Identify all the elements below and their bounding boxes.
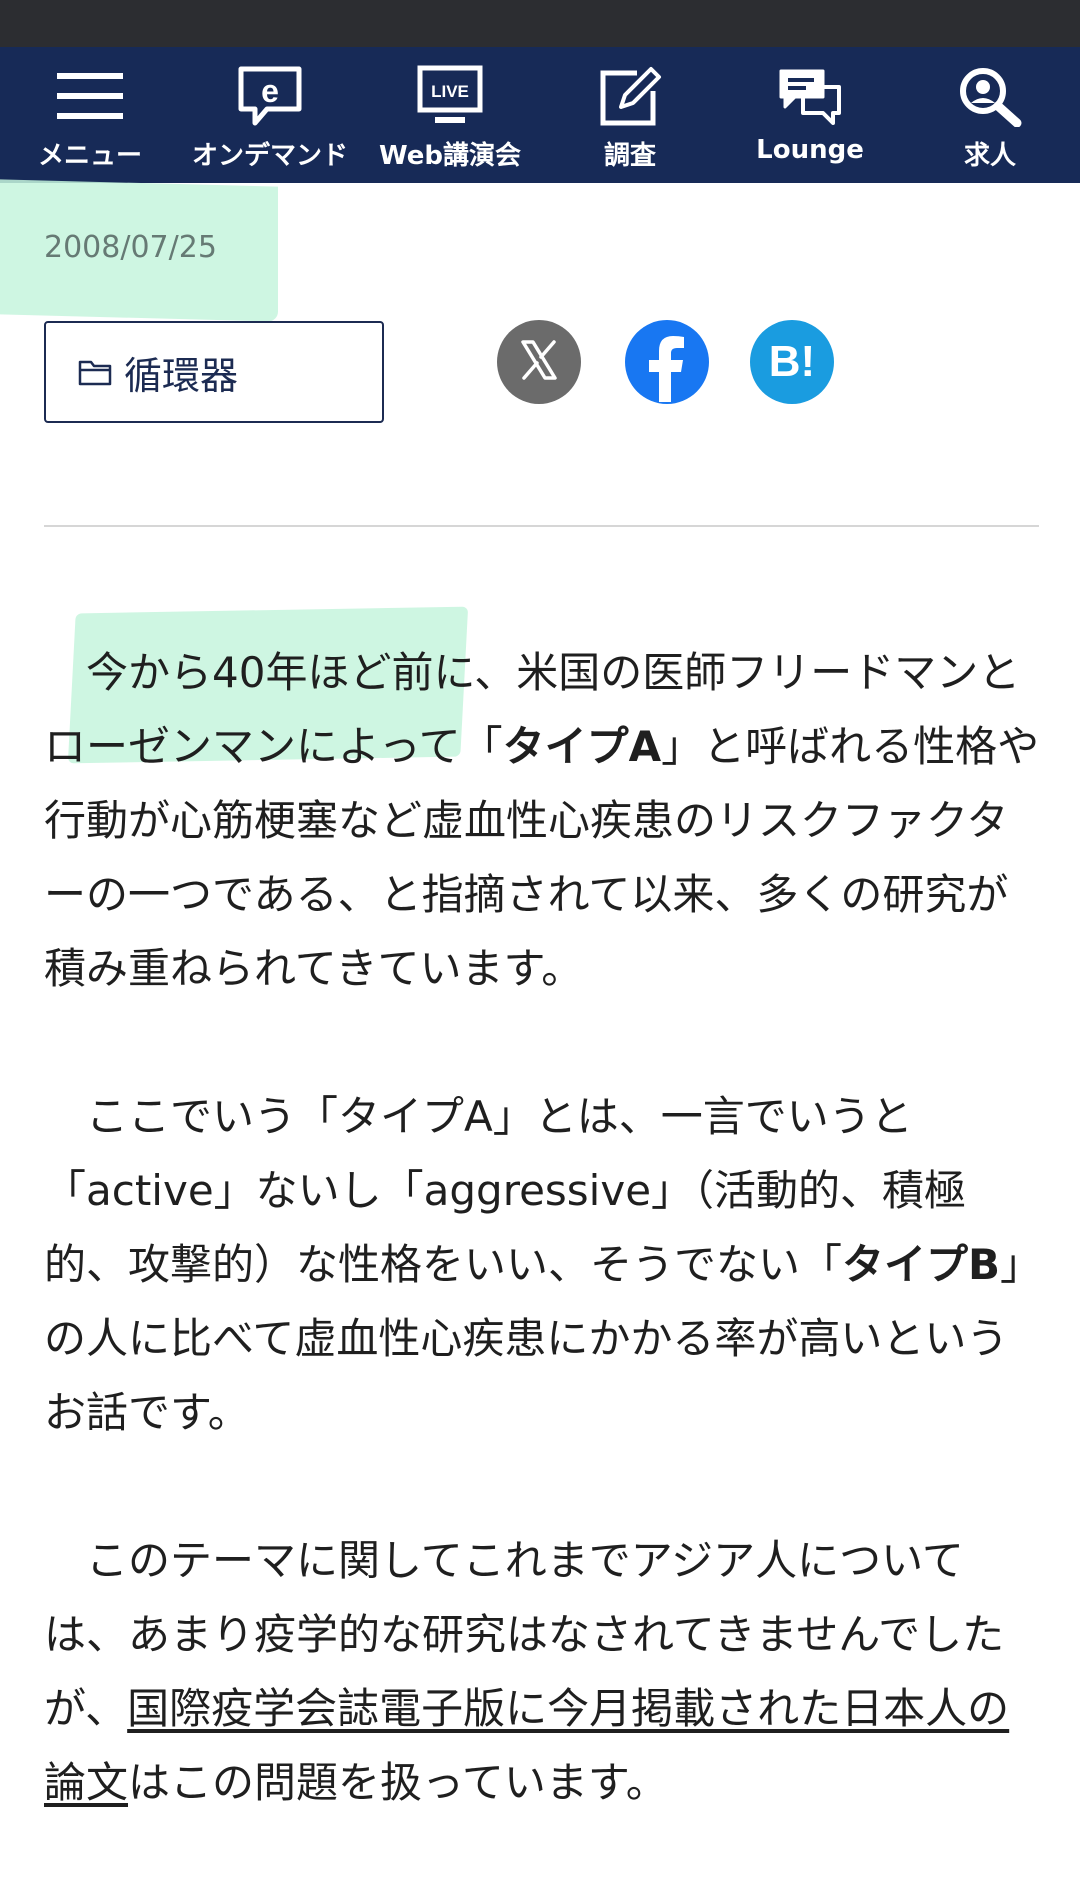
- nav-on-demand[interactable]: e オンデマンド: [180, 47, 360, 183]
- live-monitor-icon: LIVE: [415, 63, 485, 129]
- facebook-icon: [625, 318, 709, 406]
- nav-survey-label: 調査: [603, 141, 656, 171]
- paragraph-text: ここでいう「タイプA」とは、一言でいうと「active」ないし「aggressi…: [44, 1092, 967, 1289]
- folder-icon: [78, 358, 112, 386]
- nav-web-lecture-label: Web講演会: [379, 141, 521, 171]
- bold-term: タイプB: [842, 1240, 1001, 1289]
- nav-jobs[interactable]: 求人: [900, 47, 1080, 183]
- article-body: 今から40年ほど前に、米国の医師フリードマンとローゼンマンによって「タイプA」と…: [44, 636, 1044, 1894]
- hamburger-menu-icon: [55, 63, 125, 129]
- hatena-bookmark-icon: B!: [768, 337, 816, 386]
- category-label: 循環器: [124, 353, 239, 398]
- divider: [44, 525, 1039, 527]
- article-date: 2008/07/25: [44, 230, 217, 265]
- status-bar: [0, 0, 1080, 47]
- nav-survey[interactable]: 調査: [540, 47, 720, 183]
- top-nav: メニュー e オンデマンド LIVE Web講演会 調査 Lounge 求人: [0, 47, 1080, 183]
- share-x-button[interactable]: [497, 320, 581, 404]
- category-tag[interactable]: 循環器: [44, 321, 384, 423]
- bold-term: タイプA: [502, 722, 662, 771]
- share-facebook-button[interactable]: [625, 320, 709, 404]
- nav-web-lecture[interactable]: LIVE Web講演会: [360, 47, 540, 183]
- svg-text:e: e: [261, 73, 279, 109]
- search-icon: [955, 63, 1025, 129]
- live-badge-text: LIVE: [431, 82, 469, 101]
- share-hatena-button[interactable]: B!: [750, 320, 834, 404]
- article-paragraph: このテーマに関してこれまでアジア人については、あまり疫学的な研究はなされてきませ…: [44, 1524, 1044, 1820]
- nav-lounge-label: Lounge: [756, 135, 864, 165]
- paragraph-text: はこの問題を扱っています。: [128, 1758, 668, 1807]
- x-icon: [517, 338, 561, 386]
- nav-jobs-label: 求人: [963, 141, 1016, 171]
- nav-menu-label: メニュー: [37, 141, 142, 171]
- e-speech-bubble-icon: e: [235, 63, 305, 129]
- nav-menu[interactable]: メニュー: [0, 47, 180, 183]
- article-paragraph: 今から40年ほど前に、米国の医師フリードマンとローゼンマンによって「タイプA」と…: [44, 636, 1044, 1006]
- article-paragraph: ここでいう「タイプA」とは、一言でいうと「active」ないし「aggressi…: [44, 1080, 1044, 1450]
- nav-lounge[interactable]: Lounge: [720, 47, 900, 183]
- chat-bubbles-icon: [775, 63, 845, 129]
- edit-pencil-icon: [595, 63, 665, 129]
- nav-on-demand-label: オンデマンド: [191, 141, 348, 171]
